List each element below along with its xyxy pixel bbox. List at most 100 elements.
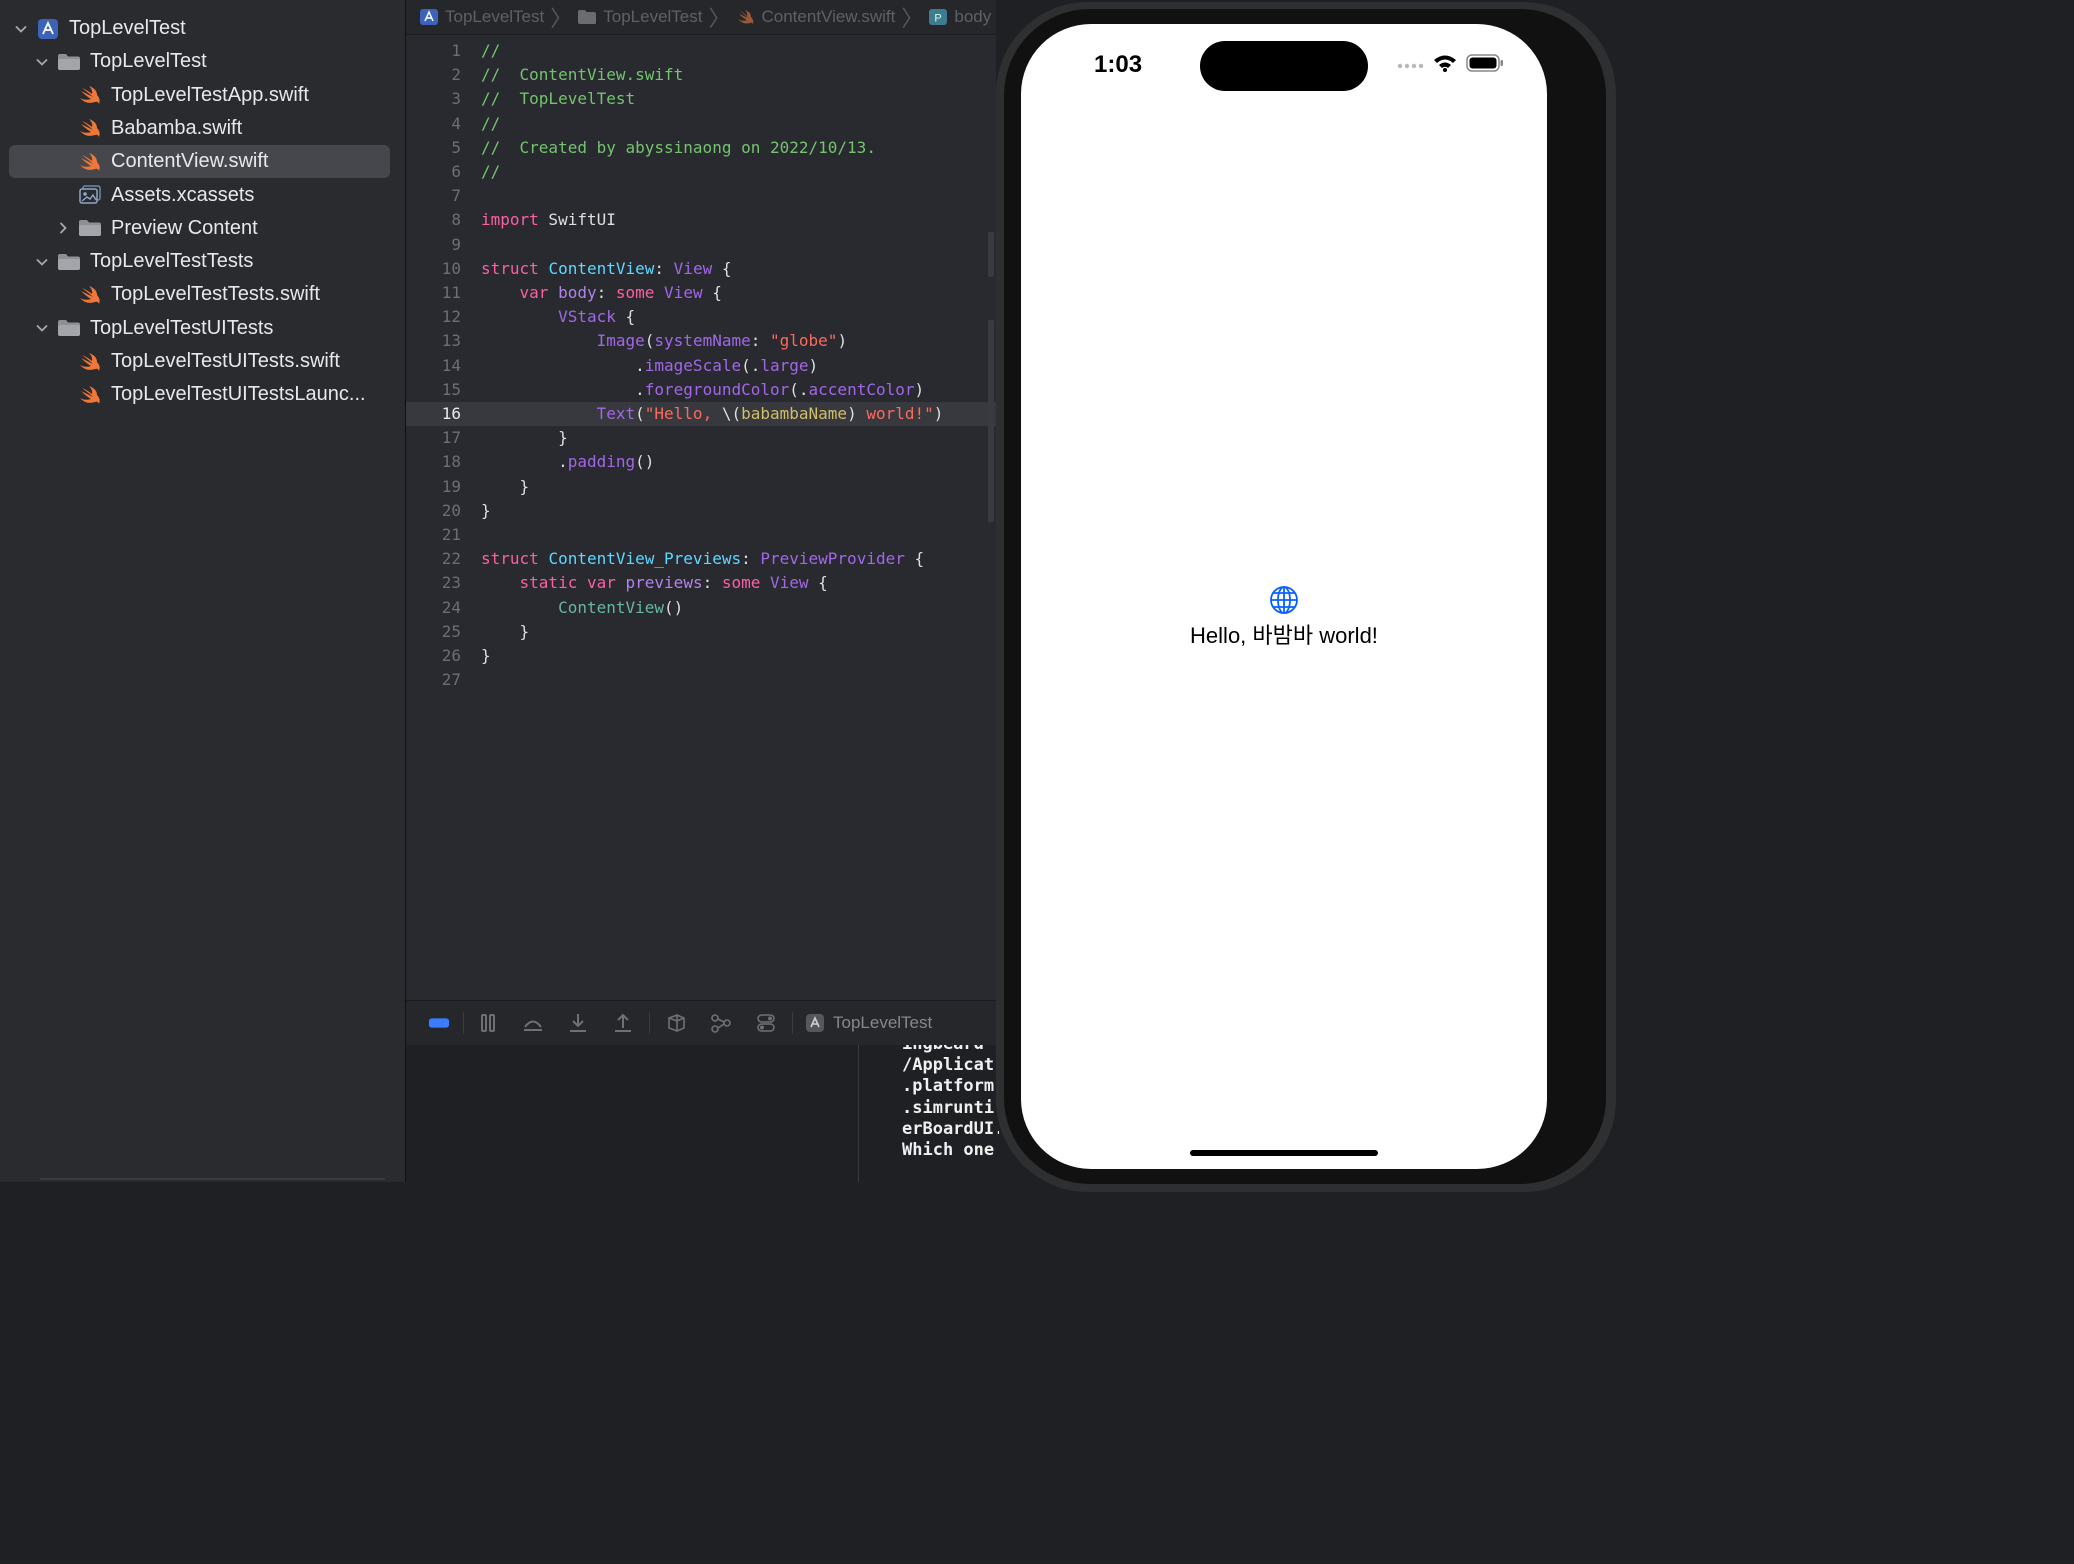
line-number: 20 [441, 500, 461, 520]
step-out-icon[interactable] [611, 1012, 635, 1034]
code-line[interactable]: 9 [406, 233, 996, 257]
code-line[interactable]: 11 var body: some View { [406, 281, 996, 305]
navigator-item[interactable]: TopLevelTest [0, 45, 405, 78]
code-line[interactable]: 7 [406, 184, 996, 208]
step-into-icon[interactable] [566, 1012, 590, 1034]
breadcrumb-separator-icon: 〉 [550, 6, 573, 31]
battery-icon [1466, 54, 1504, 77]
code-text: } [481, 620, 530, 644]
code-token: : [596, 283, 616, 302]
debug-target-label[interactable]: TopLevelTest [833, 1013, 932, 1033]
navigator-item[interactable]: TopLevelTestApp.swift [0, 79, 405, 112]
code-text: } [481, 426, 568, 450]
code-line[interactable]: 18 .padding() [406, 450, 996, 474]
code-line[interactable]: 19 } [406, 475, 996, 499]
breadcrumb-item[interactable]: TopLevelTest [420, 7, 544, 27]
code-line[interactable]: 26} [406, 644, 996, 668]
status-time: 1:03 [1094, 51, 1143, 78]
breadcrumb-item[interactable]: Pbody [929, 7, 991, 27]
code-text: Image(systemName: "globe") [481, 329, 847, 353]
code-line[interactable]: 3 // TopLevelTest [406, 87, 996, 111]
code-line[interactable]: 13 Image(systemName: "globe") [406, 329, 996, 353]
view-hierarchy-icon[interactable] [664, 1012, 688, 1034]
navigator-item[interactable]: TopLevelTestUITestsLaunc... [0, 378, 405, 411]
code-line[interactable]: 10 struct ContentView: View { [406, 257, 996, 281]
code-line[interactable]: 20} [406, 499, 996, 523]
variables-view[interactable] [406, 1045, 859, 1182]
line-number: 11 [441, 283, 461, 302]
line-number: 12 [441, 307, 461, 327]
disclosure-open-icon[interactable] [35, 321, 49, 335]
navigator-item-label: ContentView.swift [111, 150, 269, 173]
line-number: 25 [441, 621, 461, 641]
disclosure-closed-icon[interactable] [56, 221, 70, 235]
navigator-item[interactable]: TopLevelTestTests.swift [0, 278, 405, 311]
code-line[interactable]: 4 // [406, 112, 996, 136]
disclosure-open-icon[interactable] [14, 22, 28, 36]
code-line[interactable]: 12 VStack { [406, 305, 996, 329]
line-number: 27 [441, 670, 461, 690]
project-navigator: TopLevelTest TopLevelTest TopLevelTestApp.… [0, 0, 406, 1182]
navigator-item-label: TopLevelTestTests [90, 250, 254, 273]
toggle-debug-area-icon[interactable] [427, 1012, 451, 1034]
navigator-item-label: TopLevelTest [69, 17, 186, 39]
code-line[interactable]: 15 .foregroundColor(.accentColor) [406, 378, 996, 402]
property-icon: P [929, 9, 948, 25]
navigator-item[interactable]: TopLevelTestUITests [0, 312, 405, 345]
simulator-screen[interactable]: 1:03 Hello, 바밤바 world! [1021, 24, 1547, 1169]
breadcrumb-item[interactable]: ContentView.swift [737, 7, 895, 27]
environment-overrides-icon[interactable] [754, 1012, 778, 1034]
navigator-item[interactable]: TopLevelTestTests [0, 245, 405, 278]
line-number: 15 [441, 379, 461, 399]
navigator-item[interactable]: TopLevelTest [0, 12, 405, 45]
navigator-item[interactable]: Assets.xcassets [0, 179, 405, 212]
code-line[interactable]: 14 .imageScale(.large) [406, 354, 996, 378]
code-line[interactable]: 27 [406, 668, 996, 692]
code-token: body [558, 283, 597, 302]
code-token: // [481, 162, 501, 181]
code-line[interactable]: 17 } [406, 426, 996, 450]
code-line[interactable]: 8 import SwiftUI [406, 208, 996, 232]
code-line[interactable]: 22 struct ContentView_Previews: PreviewPr… [406, 547, 996, 571]
code-line[interactable]: 2 // ContentView.swift [406, 63, 996, 87]
memory-graph-icon[interactable] [709, 1012, 733, 1034]
code-token: some [721, 573, 761, 593]
line-number: 26 [441, 646, 461, 665]
swift-file-icon [78, 352, 102, 372]
navigator-item[interactable]: TopLevelTestUITests.swift [0, 345, 405, 378]
step-over-icon[interactable] [521, 1012, 545, 1034]
code-text: import SwiftUI [481, 208, 616, 232]
code-text: var body: some View { [481, 281, 722, 305]
code-token: // [481, 41, 501, 60]
code-line[interactable]: 24 ContentView() [406, 596, 996, 620]
code-line[interactable]: 16 Text("Hello, \(babambaName) world!") [406, 402, 996, 426]
navigator-item[interactable]: Babamba.swift [0, 112, 405, 145]
code-token: ( [644, 331, 655, 351]
code-token: previews [625, 573, 703, 593]
line-number: 17 [441, 428, 461, 448]
navigator-item[interactable]: ContentView.swift [0, 145, 405, 179]
line-number: 7 [451, 186, 461, 206]
console-output[interactable]: ingbeard/Applicat.platform.simruntierBoa… [859, 1045, 999, 1182]
code-text: .foregroundColor(.accentColor) [481, 378, 924, 402]
navigator-item[interactable]: Preview Content [0, 212, 405, 245]
breadcrumb-item[interactable]: TopLevelTest [578, 7, 702, 27]
pause-icon[interactable] [476, 1012, 500, 1034]
navigator-scroll-indicator[interactable] [40, 1178, 385, 1180]
disclosure-open-icon[interactable] [35, 55, 49, 69]
code-line[interactable]: 5 // Created by abyssinaong on 2022/10/13… [406, 136, 996, 160]
disclosure-open-icon[interactable] [35, 255, 49, 269]
code-line[interactable]: 6 // [406, 160, 996, 184]
code-line[interactable]: 21 [406, 523, 996, 547]
code-line[interactable]: 1 // [406, 39, 996, 63]
code-line[interactable]: 23 static var previews: some View { [406, 571, 996, 595]
home-indicator[interactable] [1190, 1150, 1378, 1156]
line-number: 5 [451, 137, 461, 157]
code-text: // Created by abyssinaong on 2022/10/13. [481, 136, 876, 160]
source-editor[interactable]: TopLevelTest 〉 TopLevelTest 〉 ContentView.sw… [406, 0, 996, 1000]
code-line[interactable]: 25 } [406, 620, 996, 644]
